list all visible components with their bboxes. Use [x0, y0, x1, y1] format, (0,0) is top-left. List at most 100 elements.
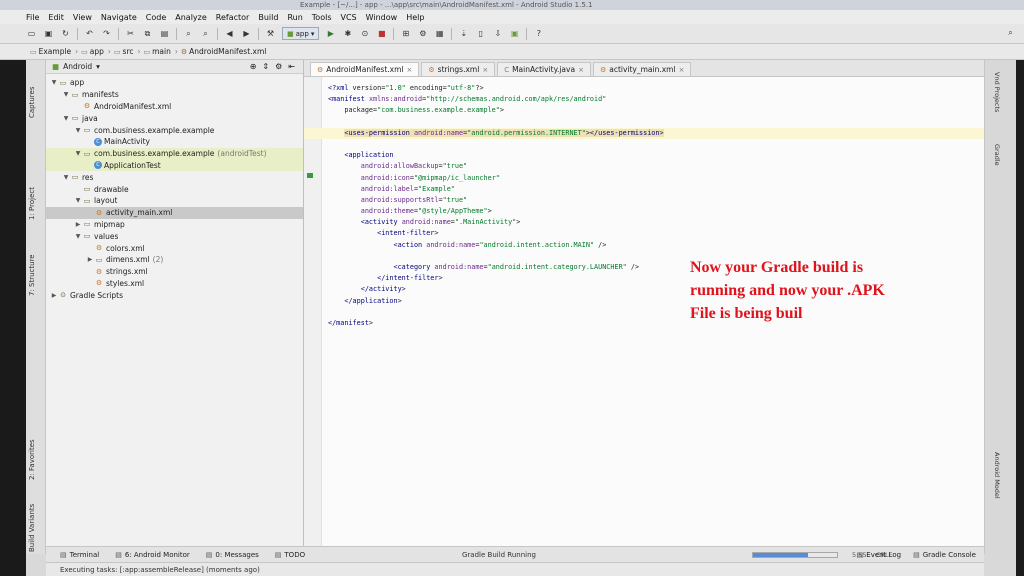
stop-icon[interactable]: ■	[376, 28, 387, 39]
tab-android-model[interactable]: Android Model	[993, 452, 1001, 499]
menu-item-vcs[interactable]: VCS	[341, 13, 357, 22]
menu-item-file[interactable]: File	[26, 13, 39, 22]
help-icon[interactable]: ?	[533, 28, 544, 39]
tree-item[interactable]: ⚙ styles.xml	[46, 278, 303, 290]
copy-icon[interactable]: ⧉	[142, 28, 153, 39]
tree-item[interactable]: ▶ ▭ dimens.xml (2)	[46, 254, 303, 266]
tree-item[interactable]: C MainActivity	[46, 136, 303, 148]
run-icon[interactable]: ▶	[325, 28, 336, 39]
avd-manager-icon[interactable]: ▯	[475, 28, 486, 39]
sdk-manager-icon[interactable]: ⇩	[492, 28, 503, 39]
structure-icon[interactable]: ⊞	[400, 28, 411, 39]
tab-project[interactable]: 1: Project	[28, 187, 36, 220]
tree-item[interactable]: ▶ ▭ mipmap	[46, 219, 303, 231]
tree-item[interactable]: ▼ ▭ layout	[46, 195, 303, 207]
find-icon[interactable]: ⌕	[183, 28, 194, 39]
chevron-down-icon[interactable]: ▼	[50, 79, 58, 86]
tree-item[interactable]: ▭ drawable	[46, 183, 303, 195]
tab-androidmanifest-xml[interactable]: ⚙ AndroidManifest.xml ×	[310, 62, 420, 76]
menu-item-help[interactable]: Help	[406, 13, 424, 22]
search-everywhere-icon[interactable]: ⌕	[1005, 27, 1016, 38]
menu-item-view[interactable]: View	[73, 13, 92, 22]
tab-structure[interactable]: 7: Structure	[28, 254, 36, 296]
chevron-down-icon[interactable]: ▼	[74, 233, 82, 240]
paste-icon[interactable]: ▤	[159, 28, 170, 39]
close-icon[interactable]: ×	[407, 66, 413, 74]
tree-item[interactable]: ▼ ▭ com.business.example.example (androidTe…	[46, 147, 303, 160]
menu-item-code[interactable]: Code	[146, 13, 166, 22]
menu-item-window[interactable]: Window	[366, 13, 398, 22]
tree-item[interactable]: ▼ ▭ app	[46, 77, 303, 89]
chevron-down-icon[interactable]: ▼	[74, 150, 82, 157]
breadcrumb-item[interactable]: ⚙ AndroidManifest.xml	[181, 47, 267, 56]
bottom-tab-6-android-monitor[interactable]: ▤ 6: Android Monitor	[115, 551, 190, 559]
close-icon[interactable]: ×	[679, 66, 685, 74]
breadcrumb-item[interactable]: ▭ src ›	[114, 47, 141, 56]
project-view-select[interactable]: Android	[63, 62, 92, 71]
sync-scroll-icon[interactable]: ⊕	[250, 62, 257, 71]
tree-item[interactable]: ▶ ⊙ Gradle Scripts	[46, 289, 303, 301]
tree-item[interactable]: ▼ ▭ java	[46, 112, 303, 124]
tab-strings-xml[interactable]: ⚙ strings.xml ×	[421, 62, 496, 76]
menu-item-analyze[interactable]: Analyze	[175, 13, 207, 22]
tab-vnd-projects[interactable]: Vnd Projects	[993, 72, 1001, 112]
replace-icon[interactable]: ⌕	[200, 28, 211, 39]
tree-item[interactable]: ⚙ colors.xml	[46, 242, 303, 254]
forward-icon[interactable]: ▶	[241, 28, 252, 39]
tree-item[interactable]: ▼ ▭ manifests	[46, 89, 303, 101]
event-log-button[interactable]: ▤ Event Log	[857, 551, 901, 559]
tab-activity-main-xml[interactable]: ⚙ activity_main.xml ×	[592, 62, 692, 76]
tree-item[interactable]: ⚙ strings.xml	[46, 266, 303, 278]
gradle-console-button[interactable]: ▤ Gradle Console	[913, 551, 976, 559]
tree-item[interactable]: ▼ ▭ com.business.example.example	[46, 124, 303, 136]
debug-icon[interactable]: ✱	[342, 28, 353, 39]
chevron-down-icon[interactable]: ▾	[96, 62, 100, 71]
run-config-select[interactable]: ■ app ▾	[282, 27, 320, 40]
chevron-down-icon[interactable]: ▼	[62, 174, 70, 181]
tree-item[interactable]: C ApplicationTest	[46, 159, 303, 172]
chevron-right-icon[interactable]: ▶	[86, 256, 94, 263]
tab-gradle[interactable]: Gradle	[993, 144, 1001, 166]
menu-item-tools[interactable]: Tools	[312, 13, 332, 22]
chevron-down-icon[interactable]: ▼	[74, 197, 82, 204]
tree-item[interactable]: ⚙ activity_main.xml	[46, 206, 303, 219]
close-icon[interactable]: ×	[578, 66, 584, 74]
menu-item-edit[interactable]: Edit	[48, 13, 64, 22]
sync-icon[interactable]: ↻	[60, 28, 71, 39]
cut-icon[interactable]: ✂	[125, 28, 136, 39]
chevron-down-icon[interactable]: ▼	[62, 115, 70, 122]
bottom-tab-todo[interactable]: ▤ TODO	[275, 551, 305, 559]
tree-item[interactable]: ▼ ▭ res	[46, 171, 303, 183]
tab-captures[interactable]: Captures	[28, 87, 36, 118]
tree-item[interactable]: ⚙ AndroidManifest.xml	[46, 101, 303, 113]
breadcrumb-item[interactable]: ▭ main ›	[144, 47, 178, 56]
back-icon[interactable]: ◀	[224, 28, 235, 39]
tab-favorites[interactable]: 2: Favorites	[28, 439, 36, 480]
chevron-right-icon[interactable]: ▶	[74, 221, 82, 228]
settings-icon[interactable]: ⚙	[417, 28, 428, 39]
bottom-tab-0-messages[interactable]: ▤ 0: Messages	[206, 551, 259, 559]
breadcrumb-item[interactable]: ▭ Example ›	[30, 47, 78, 56]
menu-item-build[interactable]: Build	[258, 13, 278, 22]
menu-item-refactor[interactable]: Refactor	[216, 13, 250, 22]
save-icon[interactable]: ▣	[43, 28, 54, 39]
collapse-icon[interactable]: ⇕	[262, 62, 269, 71]
redo-icon[interactable]: ↷	[101, 28, 112, 39]
menu-item-navigate[interactable]: Navigate	[101, 13, 137, 22]
tab-build-variants[interactable]: Build Variants	[28, 504, 36, 552]
undo-icon[interactable]: ↶	[84, 28, 95, 39]
menu-item-run[interactable]: Run	[287, 13, 302, 22]
chevron-down-icon[interactable]: ▼	[74, 127, 82, 134]
gradle-sync-icon[interactable]: ⇣	[458, 28, 469, 39]
hide-panel-icon[interactable]: ⇤	[288, 62, 295, 71]
gear-icon[interactable]: ⚙	[275, 62, 282, 71]
bottom-tab-terminal[interactable]: ▤ Terminal	[60, 551, 99, 559]
breadcrumb-item[interactable]: ▭ app ›	[81, 47, 111, 56]
attach-debugger-icon[interactable]: ⊙	[359, 28, 370, 39]
chevron-right-icon[interactable]: ▶	[50, 292, 58, 299]
chevron-down-icon[interactable]: ▼	[62, 91, 70, 98]
android-device-monitor-icon[interactable]: ▣	[509, 28, 520, 39]
make-project-icon[interactable]: ⚒	[265, 28, 276, 39]
tree-item[interactable]: ▼ ▭ values	[46, 230, 303, 242]
open-folder-icon[interactable]: ▭	[26, 28, 37, 39]
